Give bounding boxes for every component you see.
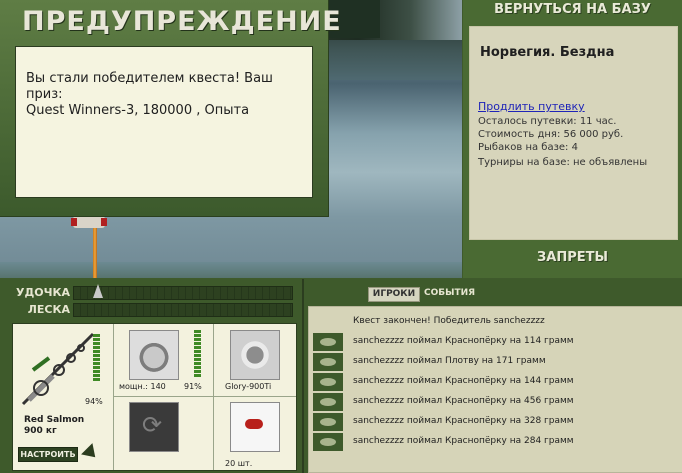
event-text: sanchezzzz поймал Краснопёрку на 284 гра… — [353, 436, 574, 446]
warning-dialog: ПРЕДУПРЕЖДЕНИЕ Вы стали победителем квес… — [0, 0, 341, 217]
rod-wear-bar — [93, 334, 100, 382]
bait-ant-icon[interactable] — [230, 402, 280, 452]
tab-events[interactable]: СОБЫТИЯ — [424, 288, 475, 298]
warning-title: ПРЕДУПРЕЖДЕНИЕ — [22, 6, 342, 37]
events-panel: ИГРОКИ СОБЫТИЯ Квест закончен! Победител… — [302, 279, 682, 473]
expand-arrow-icon[interactable] — [81, 443, 101, 463]
line-name: Glory-900Ti — [225, 382, 272, 391]
line-meter-row: ЛЕСКА — [0, 301, 300, 317]
warning-message-line: Quest Winners-3, 180000 , Опыта — [26, 103, 250, 118]
line-meter-label: ЛЕСКА — [27, 303, 70, 316]
location-info: Норвегия. Бездна Продлить путевку Остало… — [469, 26, 678, 240]
location-name: Норвегия. Бездна — [480, 45, 615, 60]
reel-icon[interactable] — [129, 330, 179, 380]
rod-meter-label: УДОЧКА — [15, 286, 70, 299]
fish-name: Red Salmon — [24, 415, 85, 425]
reel-wear-value: 91% — [184, 382, 202, 391]
extend-trip-link[interactable]: Продлить путевку — [478, 100, 585, 113]
rod-reel-icon — [71, 216, 107, 228]
rod-tension-meter — [73, 286, 293, 300]
event-text: sanchezzzz поймал Краснопёрку на 328 гра… — [353, 416, 574, 426]
list-item: sanchezzzz поймал Краснопёрку на 284 гра… — [309, 433, 682, 453]
fish-icon — [313, 373, 343, 391]
list-item: sanchezzzz поймал Плотву на 171 грамм — [309, 353, 682, 373]
day-cost: Стоимость дня: 56 000 руб. — [478, 129, 624, 140]
warning-message: Вы стали победителем квеста! Ваш приз: Q… — [16, 47, 312, 119]
bait-count: 20 шт. — [225, 459, 253, 468]
fish-icon — [313, 433, 343, 451]
tension-marker-icon — [93, 284, 103, 298]
warning-body: Вы стали победителем квеста! Ваш приз: Q… — [15, 46, 313, 198]
shore-line — [0, 262, 462, 278]
tab-players[interactable]: ИГРОКИ — [368, 287, 420, 302]
tournaments-status: Турниры на базе: не объявлены — [478, 157, 648, 168]
events-feed: Квест закончен! Победитель sanchezzzz sa… — [308, 306, 682, 473]
slot-divider — [114, 396, 296, 397]
list-item: sanchezzzz поймал Краснопёрку на 144 гра… — [309, 373, 682, 393]
event-text: sanchezzzz поймал Краснопёрку на 144 гра… — [353, 376, 574, 386]
rod-meter-row: УДОЧКА — [0, 284, 300, 300]
bans-button[interactable]: ЗАПРЕТЫ — [463, 246, 682, 270]
event-text: sanchezzzz поймал Плотву на 171 грамм — [353, 356, 546, 366]
location-panel: ВЕРНУТЬСЯ НА БАЗУ Норвегия. Бездна Продл… — [463, 0, 682, 278]
lure-icon[interactable] — [129, 402, 179, 452]
feed-header-row: Квест закончен! Победитель sanchezzzz — [309, 313, 682, 333]
rod-wear-value: 94% — [85, 397, 103, 406]
fish-icon — [313, 413, 343, 431]
list-item: sanchezzzz поймал Краснопёрку на 328 гра… — [309, 413, 682, 433]
fish-icon — [313, 353, 343, 371]
tackle-slots: 94% Red Salmon 900 кг НАСТРОИТЬ мощн.: 1… — [12, 323, 297, 471]
list-item: sanchezzzz поймал Краснопёрку на 114 гра… — [309, 333, 682, 353]
line-tension-meter — [73, 303, 293, 317]
time-left: Осталось путевки: 11 час. — [478, 116, 617, 127]
fish-icon — [313, 393, 343, 411]
event-text: sanchezzzz поймал Краснопёрку на 114 гра… — [353, 336, 574, 346]
event-text: sanchezzzz поймал Краснопёрку на 456 гра… — [353, 396, 574, 406]
fishers-count: Рыбаков на базе: 4 — [478, 142, 578, 153]
fishing-line-icon[interactable] — [230, 330, 280, 380]
quest-finished-text: Квест закончен! Победитель sanchezzzz — [353, 316, 545, 326]
list-item: sanchezzzz поймал Краснопёрку на 456 гра… — [309, 393, 682, 413]
fish-icon — [313, 333, 343, 351]
reel-wear-bar — [194, 330, 201, 378]
fish-weight: 900 кг — [24, 426, 57, 436]
slot-divider — [113, 324, 114, 470]
back-to-base-button[interactable]: ВЕРНУТЬСЯ НА БАЗУ — [463, 0, 682, 22]
setup-button[interactable]: НАСТРОИТЬ — [18, 447, 78, 462]
warning-message-line: Вы стали победителем квеста! Ваш приз: — [26, 71, 273, 102]
reel-power: мощн.: 140 — [119, 382, 166, 391]
slot-divider — [213, 324, 214, 470]
fish-info: Red Salmon 900 кг — [24, 415, 84, 437]
